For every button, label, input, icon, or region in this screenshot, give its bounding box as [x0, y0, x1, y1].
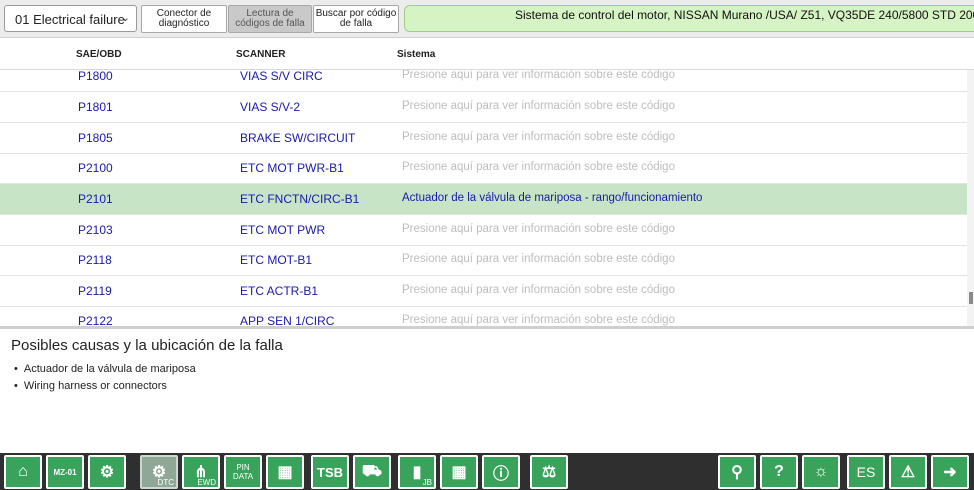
- fuse-icon[interactable]: ▮ JB: [398, 455, 436, 489]
- home-icon[interactable]: ⌂: [4, 455, 42, 489]
- language-label: ES: [856, 464, 876, 480]
- row-code: P2101: [78, 192, 113, 206]
- causes-list: Actuador de la válvula de mariposa Wirin…: [14, 363, 196, 397]
- row-system[interactable]: Presione aquí para ver información sobre…: [402, 223, 675, 235]
- tsb-icon[interactable]: TSB: [311, 455, 349, 489]
- grid-icon[interactable]: ▦: [440, 455, 478, 489]
- table-row[interactable]: P2118 ETC MOT-B1 Presione aquí para ver …: [0, 245, 967, 276]
- row-scanner: ETC MOT PWR-B1: [240, 161, 344, 175]
- table-row[interactable]: P1805 BRAKE SW/CIRCUIT Presione aquí par…: [0, 123, 967, 154]
- row-scanner: ETC MOT-B1: [240, 253, 313, 267]
- ewd-label: EWD: [197, 478, 216, 487]
- read-codes-label: Lectura de códigos de falla: [235, 8, 305, 29]
- row-scanner: BRAKE SW/CIRCUIT: [240, 131, 356, 145]
- help-icon[interactable]: ?: [760, 455, 798, 489]
- row-code: P1800: [78, 70, 113, 83]
- scrollbar-thumb[interactable]: [969, 292, 973, 304]
- table-header: SAE/OBD SCANNER Sistema: [0, 39, 974, 70]
- ewd-icon[interactable]: ⋔ EWD: [182, 455, 220, 489]
- chevron-down-icon: ⌄: [120, 12, 130, 24]
- search-code-label: Buscar por código de falla: [315, 8, 397, 29]
- search-code-button[interactable]: Buscar por código de falla: [313, 5, 399, 33]
- row-scanner: APP SEN 1/CIRC: [240, 314, 335, 326]
- alert-icon[interactable]: ⚠: [889, 455, 927, 489]
- exit-icon[interactable]: ➜: [931, 455, 969, 489]
- table-row[interactable]: P2103 ETC MOT PWR Presione aquí para ver…: [0, 215, 967, 246]
- row-system[interactable]: Presione aquí para ver información sobre…: [402, 70, 675, 81]
- causes-title: Posibles causas y la ubicación de la fal…: [11, 337, 283, 354]
- dtc-icon[interactable]: ⚙ DTC: [140, 455, 178, 489]
- engine-icon[interactable]: MZ-01: [46, 455, 84, 489]
- row-code: P2118: [78, 253, 112, 267]
- wheel-icon[interactable]: ⚙: [88, 455, 126, 489]
- row-system[interactable]: Presione aquí para ver información sobre…: [402, 131, 675, 143]
- table-row-selected[interactable]: P2101 ETC FNCTN/CIRC-B1 Actuador de la v…: [0, 184, 967, 215]
- engine-icon-label: MZ-01: [53, 467, 77, 477]
- car-icon[interactable]: ⛟: [353, 455, 391, 489]
- table-row[interactable]: P2100 ETC MOT PWR-B1 Presione aquí para …: [0, 153, 967, 184]
- header-sistema: Sistema: [397, 49, 436, 60]
- row-scanner: ETC ACTR-B1: [240, 284, 319, 298]
- search-icon[interactable]: ⚲: [718, 455, 756, 489]
- bulb-icon[interactable]: ☼: [802, 455, 840, 489]
- vehicle-info: Sistema de control del motor, NISSAN Mur…: [404, 5, 974, 32]
- oil-can-icon[interactable]: ⚖: [530, 455, 568, 489]
- read-codes-button[interactable]: Lectura de códigos de falla: [228, 5, 312, 33]
- jb-label: JB: [422, 478, 432, 487]
- top-toolbar: 01 Electrical failure ⌄ Conector de diag…: [0, 0, 974, 38]
- list-item: Wiring harness or connectors: [14, 380, 196, 392]
- pin-data-icon[interactable]: PIN DATA: [224, 455, 262, 489]
- row-system[interactable]: Presione aquí para ver información sobre…: [402, 314, 675, 326]
- header-sae-obd: SAE/OBD: [76, 49, 122, 60]
- row-system[interactable]: Presione aquí para ver información sobre…: [402, 161, 675, 173]
- row-code: P2122: [78, 314, 113, 326]
- table-row[interactable]: P1800 VIAS S/V CIRC Presione aquí para v…: [0, 70, 967, 92]
- language-icon[interactable]: ES: [847, 455, 885, 489]
- row-system[interactable]: Presione aquí para ver información sobre…: [402, 284, 675, 296]
- header-scanner: SCANNER: [236, 49, 286, 60]
- row-system[interactable]: Presione aquí para ver información sobre…: [402, 253, 675, 265]
- pin-label: PIN: [236, 463, 250, 472]
- dtc-list[interactable]: P1800 VIAS S/V CIRC Presione aquí para v…: [0, 70, 967, 326]
- data-label: DATA: [232, 472, 254, 481]
- panel-divider[interactable]: [0, 326, 974, 329]
- document-icon[interactable]: ▦: [266, 455, 304, 489]
- table-row[interactable]: P2119 ETC ACTR-B1 Presione aquí para ver…: [0, 276, 967, 307]
- row-system[interactable]: Actuador de la válvula de mariposa - ran…: [402, 192, 702, 204]
- row-scanner: ETC MOT PWR: [240, 223, 326, 237]
- diagnostic-connector-label: Conector de diagnóstico: [156, 8, 212, 29]
- row-scanner: ETC FNCTN/CIRC-B1: [240, 192, 360, 206]
- table-row[interactable]: P1801 VIAS S/V-2 Presione aquí para ver …: [0, 92, 967, 123]
- dtc-label: DTC: [157, 478, 174, 487]
- list-scrollbar[interactable]: [967, 70, 974, 326]
- row-code: P2100: [78, 161, 113, 175]
- row-scanner: VIAS S/V-2: [240, 100, 301, 114]
- row-code: P2119: [78, 284, 112, 298]
- diagnostic-connector-button[interactable]: Conector de diagnóstico: [141, 5, 227, 33]
- row-system[interactable]: Presione aquí para ver información sobre…: [402, 100, 675, 112]
- tsb-label: TSB: [317, 464, 343, 480]
- row-scanner: VIAS S/V CIRC: [240, 70, 323, 83]
- warning-circle-icon[interactable]: ⓘ: [482, 455, 520, 489]
- table-row[interactable]: P2122 APP SEN 1/CIRC Presione aquí para …: [0, 306, 967, 326]
- list-item: Actuador de la válvula de mariposa: [14, 363, 196, 375]
- bottom-toolbar: ⌂ MZ-01 ⚙ ⚙ DTC ⋔ EWD PIN DATA ▦ TSB ⛟ ▮ JB …: [0, 453, 974, 490]
- mode-select-value: 01 Electrical failure: [15, 12, 125, 27]
- row-code: P1801: [78, 100, 113, 114]
- mode-select[interactable]: 01 Electrical failure ⌄: [4, 5, 137, 32]
- row-code: P1805: [78, 131, 113, 145]
- row-code: P2103: [78, 223, 113, 237]
